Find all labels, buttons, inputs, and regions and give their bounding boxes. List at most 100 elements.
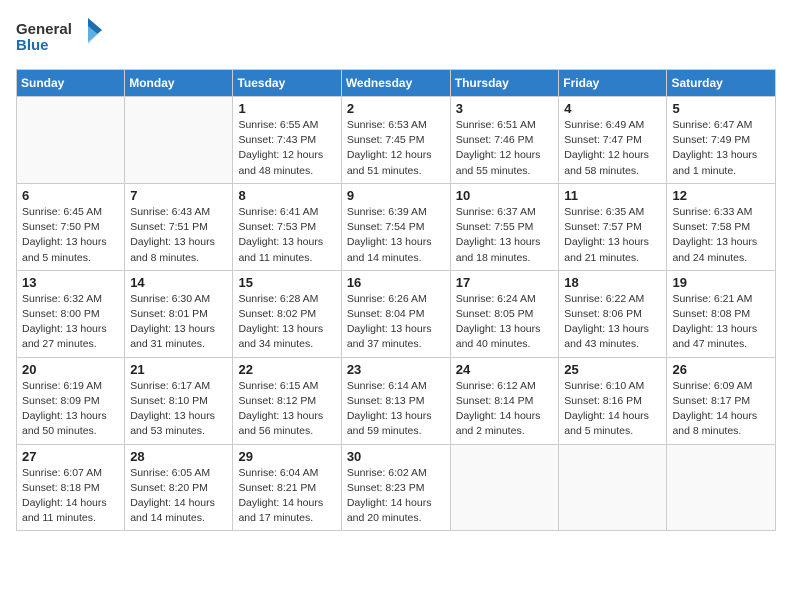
calendar-cell bbox=[125, 97, 233, 184]
day-info: Sunrise: 6:41 AM Sunset: 7:53 PM Dayligh… bbox=[238, 205, 335, 266]
calendar-cell: 1Sunrise: 6:55 AM Sunset: 7:43 PM Daylig… bbox=[233, 97, 341, 184]
calendar-cell: 3Sunrise: 6:51 AM Sunset: 7:46 PM Daylig… bbox=[450, 97, 559, 184]
calendar-cell: 28 Sunrise: 6:05 AM Sunset: 8:20 PM Dayli… bbox=[125, 444, 233, 531]
weekday-header-monday: Monday bbox=[125, 70, 233, 97]
weekday-header-thursday: Thursday bbox=[450, 70, 559, 97]
day-number: 27 bbox=[22, 449, 119, 464]
calendar-cell: 6 Sunrise: 6:45 AM Sunset: 7:50 PM Daylig… bbox=[17, 183, 125, 270]
day-number: 25 bbox=[564, 362, 661, 377]
day-info: Sunrise: 6:30 AM Sunset: 8:01 PM Dayligh… bbox=[130, 292, 227, 353]
calendar-cell: 19Sunrise: 6:21 AM Sunset: 8:08 PM Dayli… bbox=[667, 270, 776, 357]
weekday-header-wednesday: Wednesday bbox=[341, 70, 450, 97]
weekday-header-saturday: Saturday bbox=[667, 70, 776, 97]
calendar-cell: 16 Sunrise: 6:26 AM Sunset: 8:04 PM Dayli… bbox=[341, 270, 450, 357]
day-number: 6 bbox=[22, 188, 119, 203]
calendar-cell: 23 Sunrise: 6:14 AM Sunset: 8:13 PM Dayli… bbox=[341, 357, 450, 444]
calendar-cell: 25 Sunrise: 6:10 AM Sunset: 8:16 PM Dayli… bbox=[559, 357, 667, 444]
calendar-cell: 4 Sunrise: 6:49 AM Sunset: 7:47 PM Daylig… bbox=[559, 97, 667, 184]
weekday-header-tuesday: Tuesday bbox=[233, 70, 341, 97]
day-info: Sunrise: 6:53 AM Sunset: 7:45 PM Dayligh… bbox=[347, 118, 445, 179]
week-row-1: 1Sunrise: 6:55 AM Sunset: 7:43 PM Daylig… bbox=[17, 97, 776, 184]
day-number: 21 bbox=[130, 362, 227, 377]
day-info: Sunrise: 6:05 AM Sunset: 8:20 PM Dayligh… bbox=[130, 466, 227, 527]
calendar-cell: 26 Sunrise: 6:09 AM Sunset: 8:17 PM Dayli… bbox=[667, 357, 776, 444]
day-info: Sunrise: 6:39 AM Sunset: 7:54 PM Dayligh… bbox=[347, 205, 445, 266]
calendar-cell: 12Sunrise: 6:33 AM Sunset: 7:58 PM Dayli… bbox=[667, 183, 776, 270]
day-number: 13 bbox=[22, 275, 119, 290]
day-number: 1 bbox=[238, 101, 335, 116]
calendar-cell: 29Sunrise: 6:04 AM Sunset: 8:21 PM Dayli… bbox=[233, 444, 341, 531]
day-info: Sunrise: 6:24 AM Sunset: 8:05 PM Dayligh… bbox=[456, 292, 554, 353]
calendar-cell: 17Sunrise: 6:24 AM Sunset: 8:05 PM Dayli… bbox=[450, 270, 559, 357]
calendar-cell: 8 Sunrise: 6:41 AM Sunset: 7:53 PM Daylig… bbox=[233, 183, 341, 270]
day-info: Sunrise: 6:12 AM Sunset: 8:14 PM Dayligh… bbox=[456, 379, 554, 440]
day-number: 20 bbox=[22, 362, 119, 377]
weekday-header-friday: Friday bbox=[559, 70, 667, 97]
day-number: 28 bbox=[130, 449, 227, 464]
day-info: Sunrise: 6:35 AM Sunset: 7:57 PM Dayligh… bbox=[564, 205, 661, 266]
day-info: Sunrise: 6:49 AM Sunset: 7:47 PM Dayligh… bbox=[564, 118, 661, 179]
page-header: General Blue bbox=[16, 16, 776, 61]
calendar-table: SundayMondayTuesdayWednesdayThursdayFrid… bbox=[16, 69, 776, 531]
day-info: Sunrise: 6:28 AM Sunset: 8:02 PM Dayligh… bbox=[238, 292, 335, 353]
calendar-cell: 14Sunrise: 6:30 AM Sunset: 8:01 PM Dayli… bbox=[125, 270, 233, 357]
day-info: Sunrise: 6:45 AM Sunset: 7:50 PM Dayligh… bbox=[22, 205, 119, 266]
day-number: 12 bbox=[672, 188, 770, 203]
day-info: Sunrise: 6:09 AM Sunset: 8:17 PM Dayligh… bbox=[672, 379, 770, 440]
day-number: 29 bbox=[238, 449, 335, 464]
calendar-cell: 11 Sunrise: 6:35 AM Sunset: 7:57 PM Dayli… bbox=[559, 183, 667, 270]
day-info: Sunrise: 6:32 AM Sunset: 8:00 PM Dayligh… bbox=[22, 292, 119, 353]
day-number: 26 bbox=[672, 362, 770, 377]
calendar-cell: 9 Sunrise: 6:39 AM Sunset: 7:54 PM Daylig… bbox=[341, 183, 450, 270]
day-number: 30 bbox=[347, 449, 445, 464]
calendar-cell bbox=[559, 444, 667, 531]
logo-svg: General Blue bbox=[16, 16, 106, 61]
day-number: 16 bbox=[347, 275, 445, 290]
day-info: Sunrise: 6:19 AM Sunset: 8:09 PM Dayligh… bbox=[22, 379, 119, 440]
day-number: 4 bbox=[564, 101, 661, 116]
calendar-cell: 13 Sunrise: 6:32 AM Sunset: 8:00 PM Dayli… bbox=[17, 270, 125, 357]
day-number: 9 bbox=[347, 188, 445, 203]
day-number: 11 bbox=[564, 188, 661, 203]
day-number: 22 bbox=[238, 362, 335, 377]
day-info: Sunrise: 6:17 AM Sunset: 8:10 PM Dayligh… bbox=[130, 379, 227, 440]
calendar-cell: 22 Sunrise: 6:15 AM Sunset: 8:12 PM Dayli… bbox=[233, 357, 341, 444]
day-info: Sunrise: 6:10 AM Sunset: 8:16 PM Dayligh… bbox=[564, 379, 661, 440]
week-row-3: 13 Sunrise: 6:32 AM Sunset: 8:00 PM Dayli… bbox=[17, 270, 776, 357]
week-row-5: 27 Sunrise: 6:07 AM Sunset: 8:18 PM Dayli… bbox=[17, 444, 776, 531]
day-info: Sunrise: 6:26 AM Sunset: 8:04 PM Dayligh… bbox=[347, 292, 445, 353]
calendar-cell: 24 Sunrise: 6:12 AM Sunset: 8:14 PM Dayli… bbox=[450, 357, 559, 444]
week-row-4: 20 Sunrise: 6:19 AM Sunset: 8:09 PM Dayli… bbox=[17, 357, 776, 444]
calendar-cell: 21 Sunrise: 6:17 AM Sunset: 8:10 PM Dayli… bbox=[125, 357, 233, 444]
calendar-cell bbox=[17, 97, 125, 184]
logo-blue-text: Blue bbox=[16, 37, 49, 54]
calendar-cell: 27 Sunrise: 6:07 AM Sunset: 8:18 PM Dayli… bbox=[17, 444, 125, 531]
day-number: 7 bbox=[130, 188, 227, 203]
weekday-header-row: SundayMondayTuesdayWednesdayThursdayFrid… bbox=[17, 70, 776, 97]
day-info: Sunrise: 6:22 AM Sunset: 8:06 PM Dayligh… bbox=[564, 292, 661, 353]
calendar-cell bbox=[667, 444, 776, 531]
day-info: Sunrise: 6:37 AM Sunset: 7:55 PM Dayligh… bbox=[456, 205, 554, 266]
logo-general-text: General bbox=[16, 21, 72, 38]
calendar-cell: 18 Sunrise: 6:22 AM Sunset: 8:06 PM Dayli… bbox=[559, 270, 667, 357]
day-info: Sunrise: 6:07 AM Sunset: 8:18 PM Dayligh… bbox=[22, 466, 119, 527]
day-info: Sunrise: 6:02 AM Sunset: 8:23 PM Dayligh… bbox=[347, 466, 445, 527]
calendar-cell: 20 Sunrise: 6:19 AM Sunset: 8:09 PM Dayli… bbox=[17, 357, 125, 444]
day-number: 23 bbox=[347, 362, 445, 377]
logo: General Blue bbox=[16, 16, 106, 61]
calendar-cell: 7Sunrise: 6:43 AM Sunset: 7:51 PM Daylig… bbox=[125, 183, 233, 270]
day-info: Sunrise: 6:15 AM Sunset: 8:12 PM Dayligh… bbox=[238, 379, 335, 440]
calendar-cell: 15 Sunrise: 6:28 AM Sunset: 8:02 PM Dayli… bbox=[233, 270, 341, 357]
day-info: Sunrise: 6:14 AM Sunset: 8:13 PM Dayligh… bbox=[347, 379, 445, 440]
day-info: Sunrise: 6:47 AM Sunset: 7:49 PM Dayligh… bbox=[672, 118, 770, 179]
day-number: 15 bbox=[238, 275, 335, 290]
day-number: 24 bbox=[456, 362, 554, 377]
calendar-cell bbox=[450, 444, 559, 531]
day-number: 18 bbox=[564, 275, 661, 290]
day-number: 5 bbox=[672, 101, 770, 116]
calendar-cell: 5 Sunrise: 6:47 AM Sunset: 7:49 PM Daylig… bbox=[667, 97, 776, 184]
calendar-cell: 10Sunrise: 6:37 AM Sunset: 7:55 PM Dayli… bbox=[450, 183, 559, 270]
day-info: Sunrise: 6:21 AM Sunset: 8:08 PM Dayligh… bbox=[672, 292, 770, 353]
day-number: 3 bbox=[456, 101, 554, 116]
day-number: 8 bbox=[238, 188, 335, 203]
